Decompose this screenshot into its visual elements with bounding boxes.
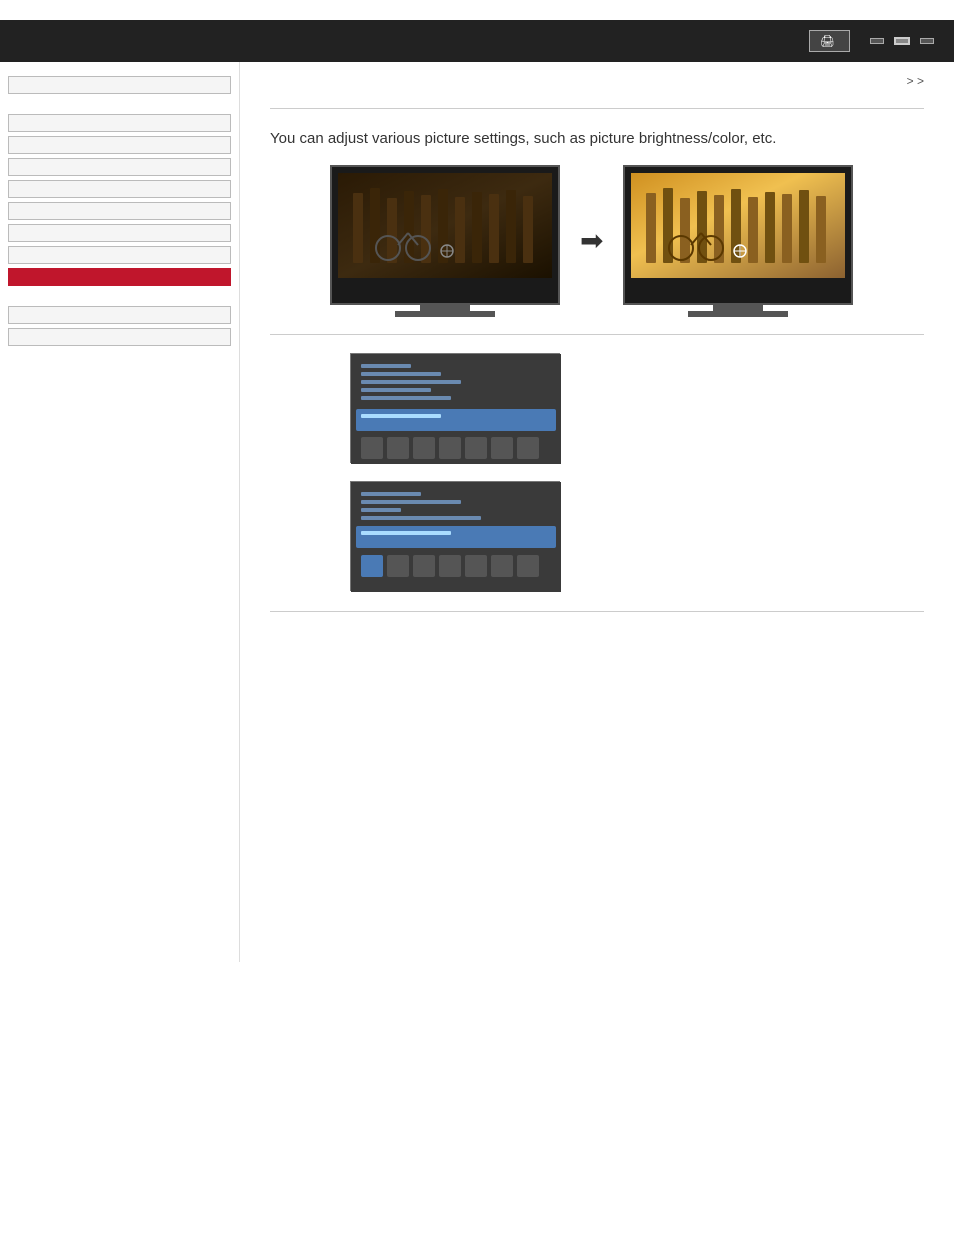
- print-icon: 🖨: [820, 34, 835, 48]
- toolbar: 🖨: [809, 30, 934, 52]
- print-button[interactable]: 🖨: [809, 30, 850, 52]
- sidebar: [0, 62, 240, 962]
- comparison-arrow: ➡: [580, 224, 603, 257]
- font-medium-button[interactable]: [894, 37, 910, 45]
- sidebar-item-how-to-use-bookmarks[interactable]: [8, 328, 231, 346]
- content-area: > > You can adjust various picture setti…: [240, 62, 954, 962]
- bravia-bar: 🖨: [0, 20, 954, 62]
- sidebar-item-watching-tv[interactable]: [8, 136, 231, 154]
- sidebar-item-configuring-various[interactable]: [8, 268, 231, 286]
- sidebar-item-using-bravia-sync[interactable]: [8, 180, 231, 198]
- font-small-button[interactable]: [870, 38, 884, 44]
- sidebar-item-using-other-devices[interactable]: [8, 158, 231, 176]
- screenshot-2: [350, 481, 560, 591]
- divider-2: [270, 334, 924, 335]
- sidebar-item-useful-functions[interactable]: [8, 202, 231, 220]
- breadcrumb: > >: [270, 72, 924, 90]
- divider-3: [270, 611, 924, 612]
- font-large-button[interactable]: [920, 38, 934, 44]
- tv-after: [623, 165, 853, 316]
- screenshot-1: [350, 353, 560, 463]
- sidebar-item-using-internet[interactable]: [8, 224, 231, 242]
- sidebar-item-troubleshooting[interactable]: [8, 306, 231, 324]
- tv-comparison: ➡: [330, 165, 924, 316]
- divider-1: [270, 108, 924, 109]
- tv-before: [330, 165, 560, 316]
- sidebar-item-using-home-network[interactable]: [8, 246, 231, 264]
- sony-header: [0, 0, 954, 20]
- intro-text: You can adjust various picture settings,…: [270, 127, 924, 151]
- sidebar-item-parts-description[interactable]: [8, 114, 231, 132]
- sidebar-item-basic-operations[interactable]: [8, 76, 231, 94]
